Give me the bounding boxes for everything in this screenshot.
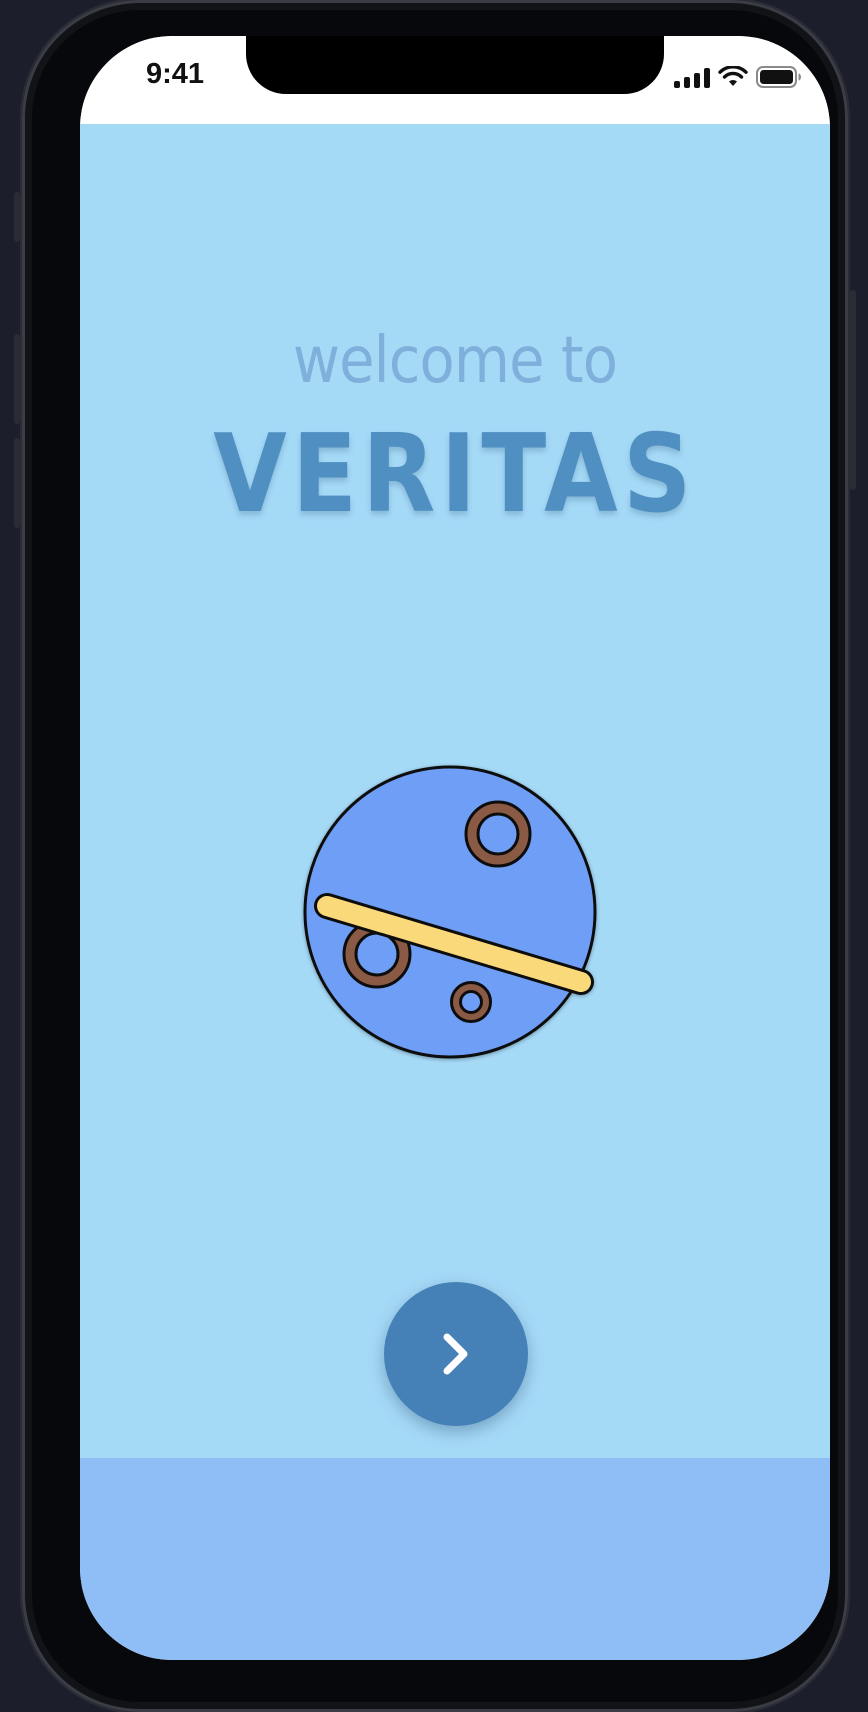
phone-frame: 9:41 welcome to VERITAS bbox=[14, 0, 856, 1712]
status-icons bbox=[674, 62, 802, 88]
app-title: VERITAS bbox=[213, 412, 697, 537]
cellular-signal-icon bbox=[674, 68, 710, 88]
welcome-screen: welcome to VERITAS bbox=[80, 124, 830, 1458]
next-button[interactable] bbox=[384, 1282, 528, 1426]
notch bbox=[246, 36, 664, 94]
chevron-right-icon bbox=[443, 1333, 468, 1375]
status-time: 9:41 bbox=[146, 58, 205, 90]
volume-up-button bbox=[14, 334, 20, 424]
volume-down-button bbox=[14, 438, 20, 528]
phone-screen: 9:41 welcome to VERITAS bbox=[80, 36, 830, 1660]
bottom-panel bbox=[80, 1458, 830, 1660]
wifi-icon bbox=[718, 66, 748, 86]
planet-illustration bbox=[303, 765, 597, 1059]
power-button bbox=[850, 290, 856, 490]
battery-icon bbox=[756, 66, 801, 88]
mute-switch bbox=[14, 192, 20, 242]
welcome-subtitle: welcome to bbox=[292, 324, 618, 398]
status-bar: 9:41 bbox=[80, 36, 830, 124]
